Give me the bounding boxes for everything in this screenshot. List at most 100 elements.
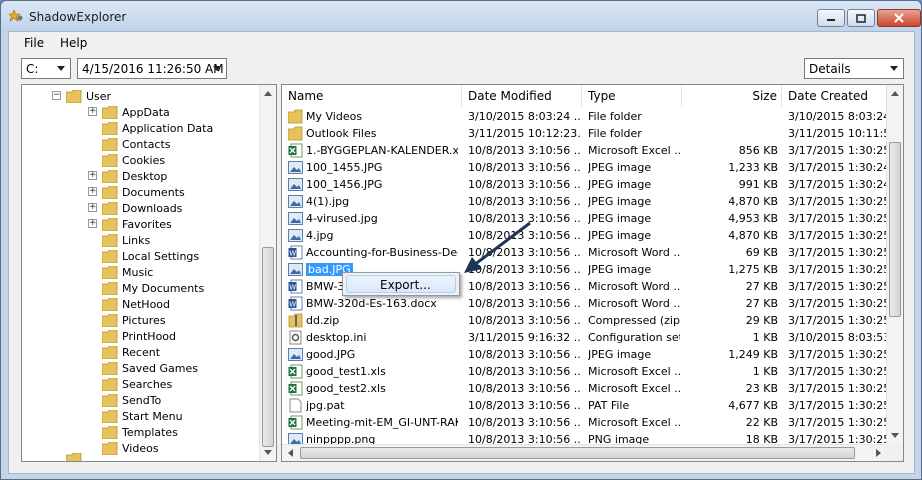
cell-name: good_test1.xls (306, 365, 458, 378)
minimize-button[interactable] (817, 9, 845, 27)
cell-size-text: 22 KB (745, 416, 778, 429)
table-row[interactable]: good.JPG 10/8/2013 3:10:56 ... JPEG image 1… (282, 346, 887, 363)
table-row[interactable]: 4(1).jpg 10/8/2013 3:10:56 ... JPEG image 4… (282, 193, 887, 210)
tree-item[interactable]: Saved Games (102, 360, 198, 376)
scroll-right-icon[interactable] (870, 445, 886, 461)
scroll-up-icon[interactable] (260, 85, 276, 101)
tree-item[interactable]: My Documents (102, 280, 204, 296)
column-header-size[interactable]: Size (682, 85, 782, 107)
tree-item[interactable]: PrintHood (102, 328, 176, 344)
file-list-vscrollbar[interactable] (886, 85, 903, 445)
table-row[interactable]: Meeting-mit-EM_GI-UNT-RAK-... 10/8/2013 3… (282, 414, 887, 431)
table-row[interactable]: Outlook Files 3/11/2015 10:12:23... File f… (282, 125, 887, 142)
tree-item[interactable]: + Downloads (88, 200, 182, 216)
scroll-down-icon[interactable] (260, 444, 276, 460)
table-row[interactable]: good_test2.xls 10/8/2013 3:10:56 ... Micro… (282, 380, 887, 397)
menu-file[interactable]: File (24, 36, 44, 50)
tree-item[interactable]: SendTo (102, 392, 161, 408)
tree-item[interactable]: + AppData (88, 104, 170, 120)
tree-scroll-thumb[interactable] (262, 247, 274, 447)
tree-item[interactable]: Contacts (102, 136, 171, 152)
cell-type: Microsoft Excel ... (588, 382, 680, 395)
cell-date-created-text: 3/17/2015 1:30:24 (788, 161, 887, 174)
folder-icon (288, 126, 303, 141)
tree-item-label: Recent (122, 345, 161, 359)
menu-help[interactable]: Help (60, 36, 87, 50)
file-list-scroll-thumb[interactable] (889, 142, 901, 317)
folder-icon (102, 345, 118, 359)
cell-date-created: 3/17/2015 1:30:25 (788, 382, 887, 395)
scroll-left-icon[interactable] (282, 445, 298, 461)
tree-item[interactable]: Links (102, 232, 150, 248)
cell-date-modified: 3/11/2015 10:12:23... (468, 127, 580, 140)
cell-date-modified: 10/8/2013 3:10:56 ... (468, 297, 580, 310)
cell-type-text: JPEG image (588, 195, 652, 208)
cell-type: JPEG image (588, 195, 680, 208)
table-row[interactable]: My Videos 3/10/2015 8:03:24 ... File folde… (282, 108, 887, 125)
table-row[interactable]: 100_1455.JPG 10/8/2013 3:10:56 ... JPEG im… (282, 159, 887, 176)
file-list-hscrollbar[interactable] (282, 444, 887, 461)
tree-item[interactable]: + Favorites (88, 216, 172, 232)
drive-select-value: C: (26, 62, 39, 76)
tree-item-user[interactable]: − User (52, 88, 111, 104)
column-header-name[interactable]: Name (282, 85, 462, 107)
tree-item[interactable]: NetHood (102, 296, 170, 312)
expand-icon[interactable]: + (88, 107, 97, 116)
tree-scrollbar[interactable] (259, 85, 276, 461)
scroll-down-icon[interactable] (887, 427, 903, 443)
table-row[interactable]: jpg.pat 10/8/2013 3:10:56 ... PAT File 4,67… (282, 397, 887, 414)
table-row[interactable]: WAccounting-for-Business-Decisi...10/8/2… (282, 244, 887, 261)
collapse-icon[interactable]: − (52, 91, 61, 100)
tree-item[interactable]: Templates (102, 424, 178, 440)
tree-item[interactable]: Cookies (102, 152, 165, 168)
snapshot-select[interactable]: 4/15/2016 11:26:50 AM (77, 58, 227, 79)
column-header-date-created[interactable]: Date Created (782, 85, 887, 107)
cell-type-text: Microsoft Excel ... (588, 144, 680, 157)
maximize-button[interactable] (847, 9, 875, 27)
tree-item-partial[interactable] (66, 451, 86, 461)
table-row[interactable]: desktop.ini 3/11/2015 9:16:32 ... Configur… (282, 329, 887, 346)
tree-item[interactable]: Start Menu (102, 408, 183, 424)
folder-icon (102, 297, 118, 311)
scroll-up-icon[interactable] (887, 85, 903, 101)
drive-select[interactable]: C: (21, 58, 71, 79)
table-row[interactable]: dd.zip 10/8/2013 3:10:56 ... Compressed (z… (282, 312, 887, 329)
export-menu-item[interactable]: Export... (346, 275, 456, 293)
column-header-date-modified[interactable]: Date Modified (462, 85, 582, 107)
cell-type: Microsoft Excel ... (588, 416, 680, 429)
tree-item[interactable]: Music (102, 264, 153, 280)
cell-size: 29 KB (682, 314, 778, 327)
cell-name-text: 100_1455.JPG (306, 161, 383, 174)
table-row[interactable]: 1.-BYGGEPLAN-KALENDER.xls 10/8/2013 3:10:… (282, 142, 887, 159)
column-header-type[interactable]: Type (582, 85, 682, 107)
tree-item[interactable]: Searches (102, 376, 172, 392)
expand-icon[interactable]: + (88, 203, 97, 212)
tree-item[interactable]: + Documents (88, 184, 185, 200)
folder-icon (102, 393, 118, 407)
close-button[interactable] (877, 9, 921, 27)
tree-item[interactable]: Pictures (102, 312, 166, 328)
expand-icon[interactable]: + (88, 187, 97, 196)
expand-icon[interactable]: + (88, 219, 97, 228)
svg-text:W: W (289, 250, 296, 258)
table-row[interactable]: 4.jpg 10/8/2013 3:10:56 ... JPEG image 4,87… (282, 227, 887, 244)
tree-item[interactable]: Recent (102, 344, 160, 360)
expand-icon[interactable]: + (88, 171, 97, 180)
file-list-hscroll-thumb[interactable] (300, 447, 855, 459)
tree-item[interactable]: Videos (102, 440, 159, 456)
table-row[interactable]: good_test1.xls 10/8/2013 3:10:56 ... Micro… (282, 363, 887, 380)
folder-tree[interactable]: − User + AppData Application Data Contacts C… (21, 84, 277, 462)
cell-size: 22 KB (682, 416, 778, 429)
tree-item[interactable]: + Desktop (88, 168, 167, 184)
cell-name: good_test2.xls (306, 382, 458, 395)
table-row[interactable]: W BMW-320d-Es-163.docx 10/8/2013 3:10:56 .… (282, 295, 887, 312)
title-bar[interactable]: ShadowExplorer (1, 1, 921, 31)
cell-name: My Videos (306, 110, 458, 123)
table-row[interactable]: 100_1456.JPG 10/8/2013 3:10:56 ... JPEG im… (282, 176, 887, 193)
tree-item[interactable]: Application Data (102, 120, 213, 136)
table-row[interactable]: 4-virused.jpg 10/8/2013 3:10:56 ... JPEG i… (282, 210, 887, 227)
cell-name-text: jpg.pat (306, 399, 345, 412)
view-select[interactable]: Details (804, 58, 904, 79)
cell-type-text: Microsoft Excel ... (588, 365, 680, 378)
tree-item[interactable]: Local Settings (102, 248, 199, 264)
